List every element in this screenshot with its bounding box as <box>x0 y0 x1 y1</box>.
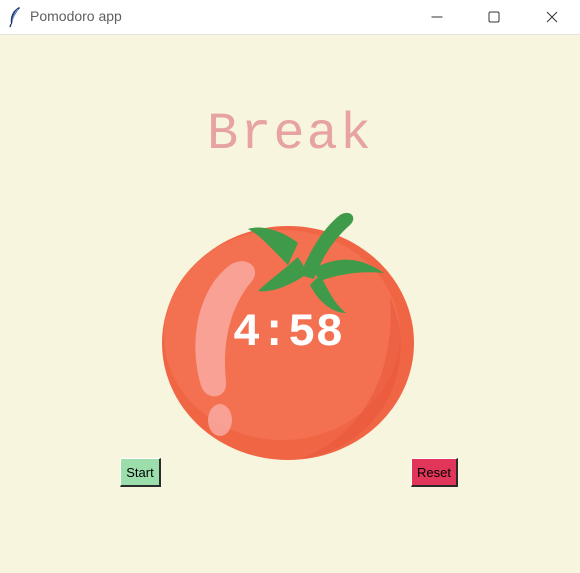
countdown-timer: 4:58 <box>232 307 344 359</box>
close-button[interactable] <box>529 0 575 34</box>
window-title: Pomodoro app <box>30 8 122 24</box>
window-titlebar[interactable]: Pomodoro app <box>0 0 580 35</box>
reset-button[interactable]: Reset <box>411 458 458 487</box>
maximize-icon <box>488 11 500 23</box>
minimize-button[interactable] <box>414 0 460 34</box>
timer-heading: Break <box>206 105 374 164</box>
maximize-button[interactable] <box>471 0 517 34</box>
app-canvas: Break 4:58 Start Reset <box>0 35 580 573</box>
feather-icon <box>9 7 20 28</box>
close-icon <box>546 11 558 23</box>
minimize-icon <box>431 16 443 18</box>
start-button[interactable]: Start <box>120 458 161 487</box>
